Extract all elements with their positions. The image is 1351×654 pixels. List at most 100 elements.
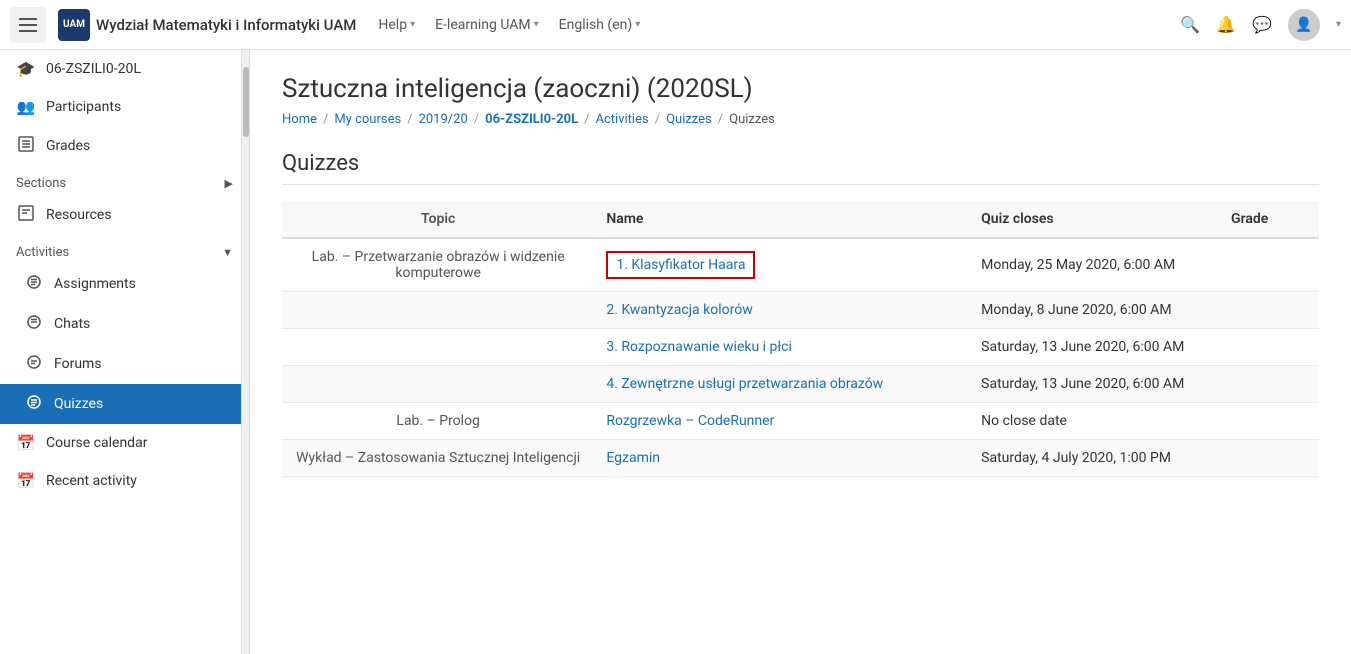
sidebar-item-chats[interactable]: Chats <box>0 304 249 344</box>
sidebar-item-activities-section[interactable]: Activities ▼ <box>0 235 249 264</box>
breadcrumb-year[interactable]: 2019/20 <box>419 112 468 127</box>
sidebar: 🎓 06-ZSZILI0-20L 👥 Participants Grades S… <box>0 50 250 654</box>
calendar-icon: 📅 <box>16 434 36 452</box>
row-closes: Monday, 25 May 2020, 6:00 AM <box>969 238 1219 292</box>
sidebar-item-grades[interactable]: Grades <box>0 126 249 166</box>
grades-icon <box>16 136 36 156</box>
navbar-logo: UAM Wydział Matematyki i Informatyki UAM <box>58 9 356 41</box>
row-topic: Lab. – Prolog <box>282 403 594 440</box>
main-content: Sztuczna inteligencja (zaoczni) (2020SL)… <box>250 50 1351 654</box>
sidebar-item-sections[interactable]: Sections ▶ <box>0 166 249 195</box>
resources-icon <box>16 205 36 225</box>
quiz-link-5[interactable]: Rozgrzewka – CodeRunner <box>606 413 774 429</box>
col-header-grade: Grade <box>1219 201 1319 238</box>
row-name: 3. Rozpoznawanie wieku i płci <box>594 329 969 366</box>
row-closes: Saturday, 13 June 2020, 6:00 AM <box>969 366 1219 403</box>
navbar-right: 🔍 🔔 💬 👤 ▾ <box>1180 9 1341 41</box>
row-closes: Monday, 8 June 2020, 6:00 AM <box>969 292 1219 329</box>
row-topic <box>282 292 594 329</box>
hamburger-line <box>19 30 37 32</box>
scrollbar-thumb <box>243 67 249 137</box>
quiz-link-2[interactable]: 2. Kwantyzacja kolorów <box>606 302 752 318</box>
search-button[interactable]: 🔍 <box>1180 15 1200 35</box>
row-grade <box>1219 329 1319 366</box>
chevron-down-icon: ▾ <box>635 19 640 30</box>
row-grade <box>1219 238 1319 292</box>
row-closes: Saturday, 13 June 2020, 6:00 AM <box>969 329 1219 366</box>
page-title: Sztuczna inteligencja (zaoczni) (2020SL) <box>282 74 1319 104</box>
chevron-right-icon: ▶ <box>225 177 233 190</box>
table-header-row: Topic Name Quiz closes Grade <box>282 201 1319 238</box>
row-name: Egzamin <box>594 440 969 477</box>
logo-icon: UAM <box>58 9 90 41</box>
row-closes: Saturday, 4 July 2020, 1:00 PM <box>969 440 1219 477</box>
recent-activity-icon: 📅 <box>16 472 36 490</box>
sidebar-item-course[interactable]: 🎓 06-ZSZILI0-20L <box>0 50 249 88</box>
col-header-closes: Quiz closes <box>969 201 1219 238</box>
row-name: 1. Klasyfikator Haara <box>594 238 969 292</box>
sidebar-item-forums[interactable]: Forums <box>0 344 249 384</box>
table-row: Lab. – Prolog Rozgrzewka – CodeRunner No… <box>282 403 1319 440</box>
table-row: 2. Kwantyzacja kolorów Monday, 8 June 20… <box>282 292 1319 329</box>
navbar-nav: Help ▾ E-learning UAM ▾ English (en) ▾ <box>378 17 640 33</box>
hamburger-button[interactable] <box>10 7 46 43</box>
breadcrumb-quizzes-link[interactable]: Quizzes <box>666 112 712 127</box>
hamburger-line <box>19 24 37 26</box>
sidebar-item-assignments[interactable]: Assignments <box>0 264 249 304</box>
chats-icon <box>24 314 44 334</box>
row-grade <box>1219 366 1319 403</box>
nav-elearning[interactable]: E-learning UAM ▾ <box>435 17 539 33</box>
row-topic <box>282 366 594 403</box>
avatar[interactable]: 👤 <box>1288 9 1320 41</box>
row-grade <box>1219 292 1319 329</box>
messages-button[interactable]: 💬 <box>1252 15 1272 35</box>
main-layout: 🎓 06-ZSZILI0-20L 👥 Participants Grades S… <box>0 50 1351 654</box>
sidebar-item-course-calendar[interactable]: 📅 Course calendar <box>0 424 249 462</box>
breadcrumb-mycourses[interactable]: My courses <box>334 112 401 127</box>
nav-help[interactable]: Help ▾ <box>378 17 415 33</box>
section-title: Quizzes <box>282 151 1319 185</box>
breadcrumb-activities[interactable]: Activities <box>596 112 649 127</box>
row-grade <box>1219 403 1319 440</box>
quiz-link-1[interactable]: 1. Klasyfikator Haara <box>606 251 755 279</box>
row-topic <box>282 329 594 366</box>
row-topic: Wykład – Zastosowania Sztucznej Intelige… <box>282 440 594 477</box>
sidebar-item-resources[interactable]: Resources <box>0 195 249 235</box>
sidebar-item-recent-activity[interactable]: 📅 Recent activity <box>0 462 249 500</box>
sidebar-item-quizzes[interactable]: Quizzes <box>0 384 249 424</box>
row-grade <box>1219 440 1319 477</box>
sidebar-item-participants[interactable]: 👥 Participants <box>0 88 249 126</box>
scrollbar-track <box>241 50 249 654</box>
chevron-down-icon: ▾ <box>534 19 539 30</box>
table-row: Lab. – Przetwarzanie obrazów i widzenie … <box>282 238 1319 292</box>
quizzes-icon <box>24 394 44 414</box>
breadcrumb-home[interactable]: Home <box>282 112 317 127</box>
table-row: 4. Zewnętrzne usługi przetwarzania obraz… <box>282 366 1319 403</box>
table-row: 3. Rozpoznawanie wieku i płci Saturday, … <box>282 329 1319 366</box>
chevron-down-icon: ▼ <box>222 246 233 259</box>
col-header-topic: Topic <box>282 201 594 238</box>
notifications-button[interactable]: 🔔 <box>1216 15 1236 35</box>
quizzes-table: Topic Name Quiz closes Grade Lab. – Prze… <box>282 201 1319 477</box>
col-header-name: Name <box>594 201 969 238</box>
quiz-link-4[interactable]: 4. Zewnętrzne usługi przetwarzania obraz… <box>606 376 883 392</box>
chevron-down-icon: ▾ <box>410 19 415 30</box>
row-name: 4. Zewnętrzne usługi przetwarzania obraz… <box>594 366 969 403</box>
navbar: UAM Wydział Matematyki i Informatyki UAM… <box>0 0 1351 50</box>
quiz-link-6[interactable]: Egzamin <box>606 450 660 466</box>
nav-language[interactable]: English (en) ▾ <box>559 17 641 33</box>
breadcrumb-current: Quizzes <box>729 112 775 127</box>
row-name: 2. Kwantyzacja kolorów <box>594 292 969 329</box>
graduation-cap-icon: 🎓 <box>16 60 36 78</box>
row-topic: Lab. – Przetwarzanie obrazów i widzenie … <box>282 238 594 292</box>
assignments-icon <box>24 274 44 294</box>
breadcrumb: Home / My courses / 2019/20 / 06-ZSZILI0… <box>282 112 1319 127</box>
quiz-link-3[interactable]: 3. Rozpoznawanie wieku i płci <box>606 339 792 355</box>
hamburger-line <box>19 18 37 20</box>
navbar-title: Wydział Matematyki i Informatyki UAM <box>96 16 356 34</box>
row-name: Rozgrzewka – CodeRunner <box>594 403 969 440</box>
forums-icon <box>24 354 44 374</box>
breadcrumb-course[interactable]: 06-ZSZILI0-20L <box>485 112 578 127</box>
participants-icon: 👥 <box>16 98 36 116</box>
avatar-chevron-icon: ▾ <box>1336 19 1341 30</box>
